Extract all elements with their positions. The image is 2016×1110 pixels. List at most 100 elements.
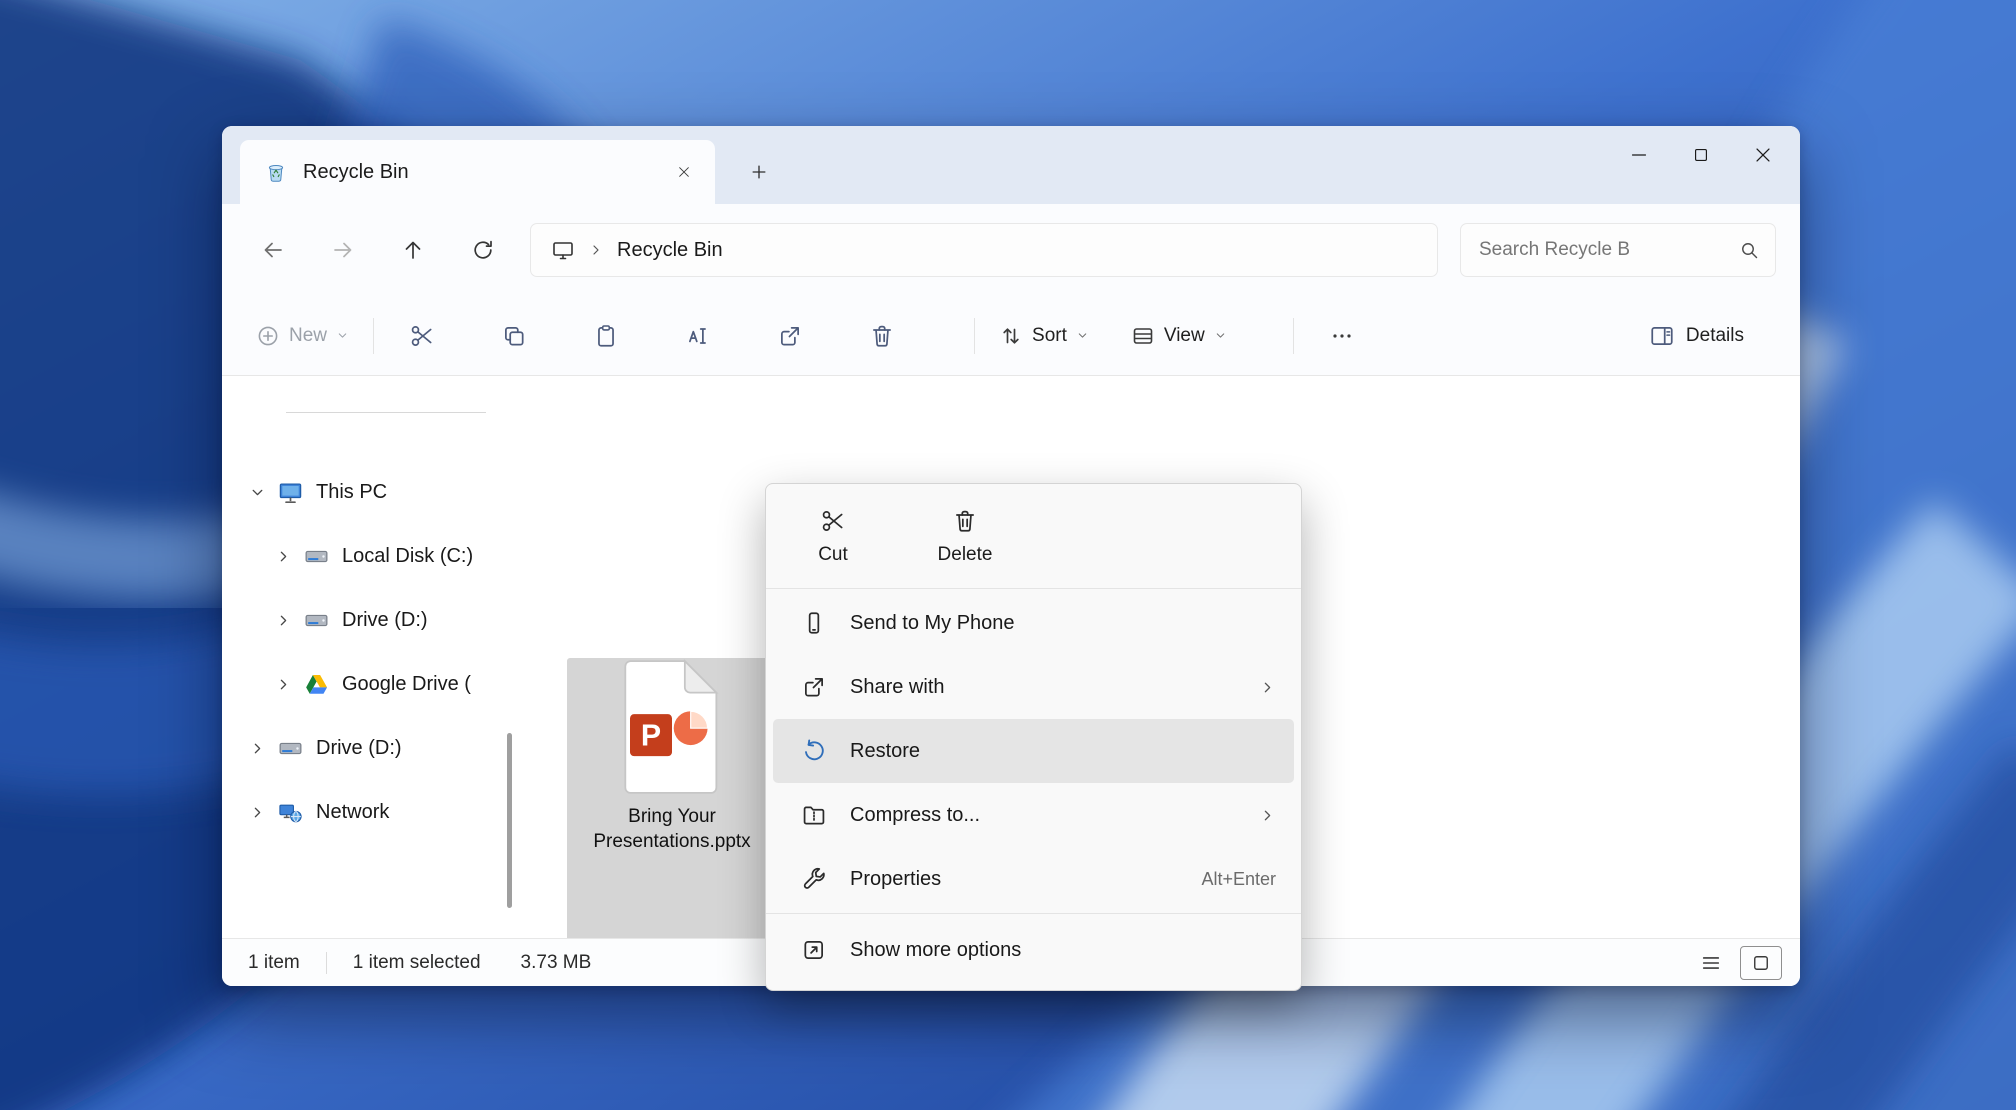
- sidebar-item-drive-d[interactable]: Drive (D:): [222, 588, 514, 652]
- up-button[interactable]: [390, 227, 436, 273]
- search-input[interactable]: [1477, 238, 1731, 262]
- folder-tree: This PC Local Disk (C:) Drive (D:): [222, 460, 514, 844]
- toolbar-divider: [373, 318, 374, 354]
- sort-icon: [999, 324, 1023, 348]
- tree-chevron[interactable]: [268, 671, 298, 697]
- copy-button[interactable]: [490, 312, 538, 360]
- powerpoint-file-icon: [616, 658, 728, 796]
- chevron-right-icon: [275, 676, 292, 693]
- chevron-down-icon: [249, 484, 266, 501]
- maximize-icon: [1691, 145, 1711, 165]
- chevron-right-icon: [249, 804, 266, 821]
- sidebar-item-label: Drive (D:): [342, 609, 428, 632]
- file-item-selected[interactable]: Bring Your Presentations.pptx: [567, 658, 777, 950]
- desktop: Recycle Bin: [0, 0, 2016, 1110]
- delete-button[interactable]: [858, 312, 906, 360]
- minimize-icon: [1628, 144, 1650, 166]
- recycle-bin-icon: [264, 160, 288, 184]
- view-icon: [1131, 324, 1155, 348]
- chevron-right-icon: [275, 612, 292, 629]
- menu-item-compress-to[interactable]: Compress to...: [773, 783, 1294, 847]
- trash-icon: [952, 508, 978, 534]
- sidebar-item-local-disk-c[interactable]: Local Disk (C:): [222, 524, 514, 588]
- sidebar-scrollbar[interactable]: [507, 733, 512, 908]
- sidebar-item-label: Google Drive (: [342, 673, 471, 696]
- sidebar-item-this-pc[interactable]: This PC: [222, 460, 514, 524]
- chevron-down-icon: [336, 329, 349, 342]
- minimize-button[interactable]: [1608, 126, 1670, 184]
- navigation-pane: This PC Local Disk (C:) Drive (D:): [222, 376, 514, 939]
- tree-chevron[interactable]: [242, 735, 272, 761]
- trash-icon: [869, 323, 895, 349]
- menu-divider: [766, 588, 1301, 589]
- sort-button[interactable]: Sort: [999, 324, 1089, 348]
- breadcrumb[interactable]: Recycle Bin: [617, 239, 723, 262]
- refresh-button[interactable]: [460, 227, 506, 273]
- details-pane-icon: [1649, 323, 1675, 349]
- menu-item-show-more-options[interactable]: Show more options: [773, 916, 1294, 984]
- tab-recycle-bin[interactable]: Recycle Bin: [240, 140, 715, 204]
- close-button[interactable]: [1732, 126, 1794, 184]
- menu-item-restore[interactable]: Restore: [773, 719, 1294, 783]
- delete-menu-button[interactable]: Delete: [912, 500, 1018, 574]
- forward-button[interactable]: [320, 227, 366, 273]
- menu-item-properties[interactable]: Properties Alt+Enter: [773, 847, 1294, 911]
- zip-folder-icon: [801, 802, 827, 828]
- sidebar-item-google-drive[interactable]: Google Drive (: [222, 652, 514, 716]
- tree-chevron[interactable]: [268, 543, 298, 569]
- new-button[interactable]: New: [256, 324, 349, 348]
- disk-icon: [277, 735, 304, 762]
- share-button[interactable]: [766, 312, 814, 360]
- menu-item-label: Show more options: [850, 939, 1276, 962]
- back-button[interactable]: [250, 227, 296, 273]
- navigation-bar: Recycle Bin: [222, 204, 1800, 296]
- tab-close-button[interactable]: [667, 155, 701, 189]
- delete-label: Delete: [938, 544, 993, 566]
- search-icon[interactable]: [1739, 240, 1759, 260]
- paste-button[interactable]: [582, 312, 630, 360]
- new-tab-button[interactable]: [738, 151, 780, 193]
- sidebar-item-network[interactable]: Network: [222, 780, 514, 844]
- maximize-button[interactable]: [1670, 126, 1732, 184]
- cut-icon: [820, 508, 846, 534]
- tree-chevron[interactable]: [242, 799, 272, 825]
- this-pc-icon[interactable]: [551, 238, 575, 262]
- sort-label: Sort: [1032, 325, 1067, 347]
- chevron-right-icon: [588, 242, 604, 258]
- forward-icon: [331, 238, 355, 262]
- breadcrumb-chevron-icon: [588, 242, 604, 258]
- more-options-icon: [801, 937, 827, 963]
- submenu-chevron-icon: [1259, 679, 1276, 696]
- submenu-chevron-icon: [1259, 807, 1276, 824]
- rename-icon: [685, 323, 711, 349]
- plus-circle-icon: [256, 324, 280, 348]
- rename-button[interactable]: [674, 312, 722, 360]
- cut-menu-button[interactable]: Cut: [780, 500, 886, 574]
- view-button[interactable]: View: [1131, 324, 1227, 348]
- menu-item-share-with[interactable]: Share with: [773, 655, 1294, 719]
- tree-chevron[interactable]: [268, 607, 298, 633]
- details-view-button[interactable]: [1700, 952, 1722, 974]
- sidebar-item-drive-d-2[interactable]: Drive (D:): [222, 716, 514, 780]
- details-label: Details: [1686, 325, 1744, 347]
- cut-button[interactable]: [398, 312, 446, 360]
- menu-item-send-to-phone[interactable]: Send to My Phone: [773, 591, 1294, 655]
- disk-icon: [303, 607, 330, 634]
- disk-icon: [303, 543, 330, 570]
- sidebar-item-label: Local Disk (C:): [342, 545, 473, 568]
- cut-label: Cut: [818, 544, 848, 566]
- sidebar-divider: [286, 412, 486, 413]
- address-bar[interactable]: Recycle Bin: [530, 223, 1438, 277]
- details-button[interactable]: Details: [1649, 323, 1744, 349]
- sidebar-item-label: This PC: [316, 481, 387, 504]
- chevron-down-icon: [1214, 329, 1227, 342]
- search-box[interactable]: [1460, 223, 1776, 277]
- window-controls: [1608, 126, 1794, 184]
- list-view-icon: [1700, 952, 1722, 974]
- chevron-right-icon: [249, 740, 266, 757]
- tree-chevron[interactable]: [242, 479, 272, 505]
- chevron-right-icon: [275, 548, 292, 565]
- cut-icon: [409, 323, 435, 349]
- thumbnail-view-button[interactable]: [1740, 946, 1782, 980]
- see-more-button[interactable]: [1318, 312, 1366, 360]
